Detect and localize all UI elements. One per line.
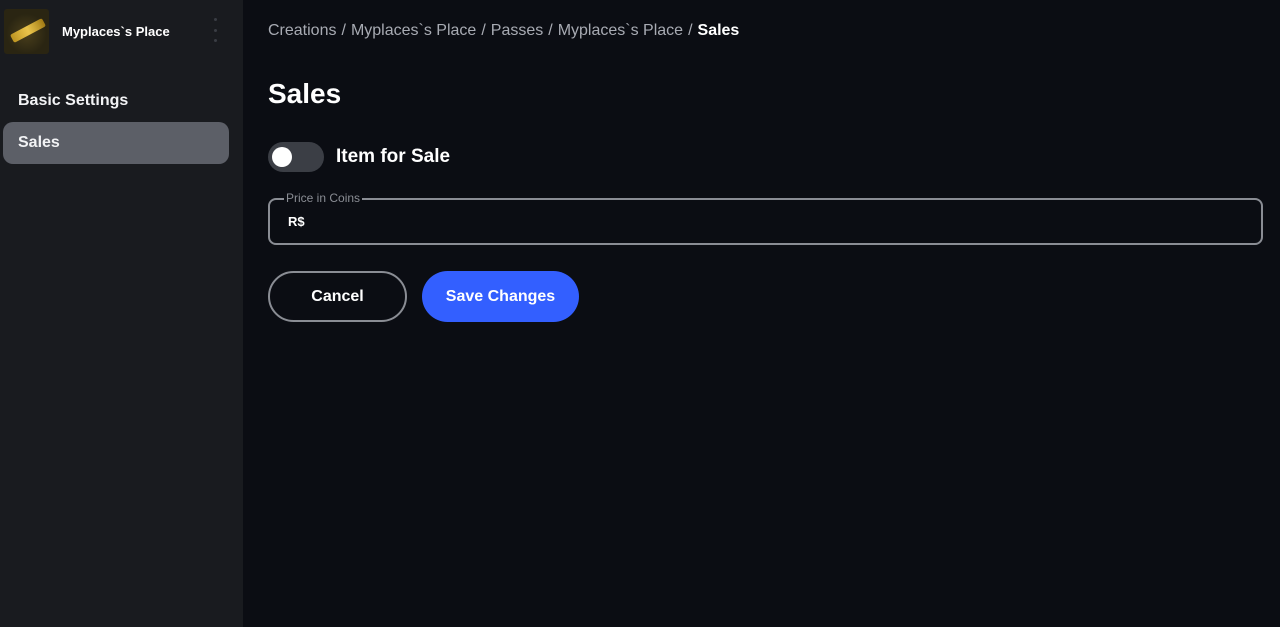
sidebar: Myplaces`s Place Basic Settings Sales: [0, 0, 243, 627]
breadcrumb-separator: /: [341, 22, 346, 39]
main-content: Creations / Myplaces`s Place / Passes / Myplac…: [243, 0, 1280, 627]
breadcrumb-separator: /: [548, 22, 553, 39]
item-for-sale-toggle[interactable]: [268, 142, 324, 172]
save-changes-button[interactable]: Save Changes: [422, 271, 579, 322]
breadcrumb-current: Sales: [697, 22, 740, 39]
more-options-icon[interactable]: [210, 18, 220, 42]
breadcrumb-place[interactable]: Myplaces`s Place: [351, 22, 476, 39]
price-field-label: Price in Coins: [284, 191, 363, 205]
item-for-sale-row: Item for Sale: [268, 142, 450, 172]
toggle-knob: [272, 147, 292, 167]
page-title: Sales: [268, 78, 342, 109]
sidebar-item-sales[interactable]: Sales: [3, 122, 229, 164]
breadcrumb-creations[interactable]: Creations: [268, 22, 336, 39]
place-thumbnail: [4, 8, 49, 54]
sidebar-nav: Basic Settings Sales: [0, 80, 243, 164]
place-header: Myplaces`s Place: [0, 0, 243, 62]
breadcrumb-separator: /: [688, 22, 693, 39]
app-root: Myplaces`s Place Basic Settings Sales Cr…: [0, 0, 1280, 627]
price-input[interactable]: Price in Coins R$: [268, 191, 1263, 245]
item-for-sale-label: Item for Sale: [336, 146, 451, 167]
breadcrumb-separator: /: [481, 22, 486, 39]
breadcrumb-passes[interactable]: Passes: [491, 22, 543, 39]
sidebar-item-basic-settings[interactable]: Basic Settings: [3, 80, 229, 122]
place-name: Myplaces`s Place: [62, 23, 170, 39]
breadcrumb: Creations / Myplaces`s Place / Passes / Myplac…: [268, 22, 739, 40]
currency-prefix: R$: [288, 214, 305, 229]
breadcrumb-pass[interactable]: Myplaces`s Place: [558, 22, 683, 39]
cancel-button[interactable]: Cancel: [268, 271, 407, 322]
